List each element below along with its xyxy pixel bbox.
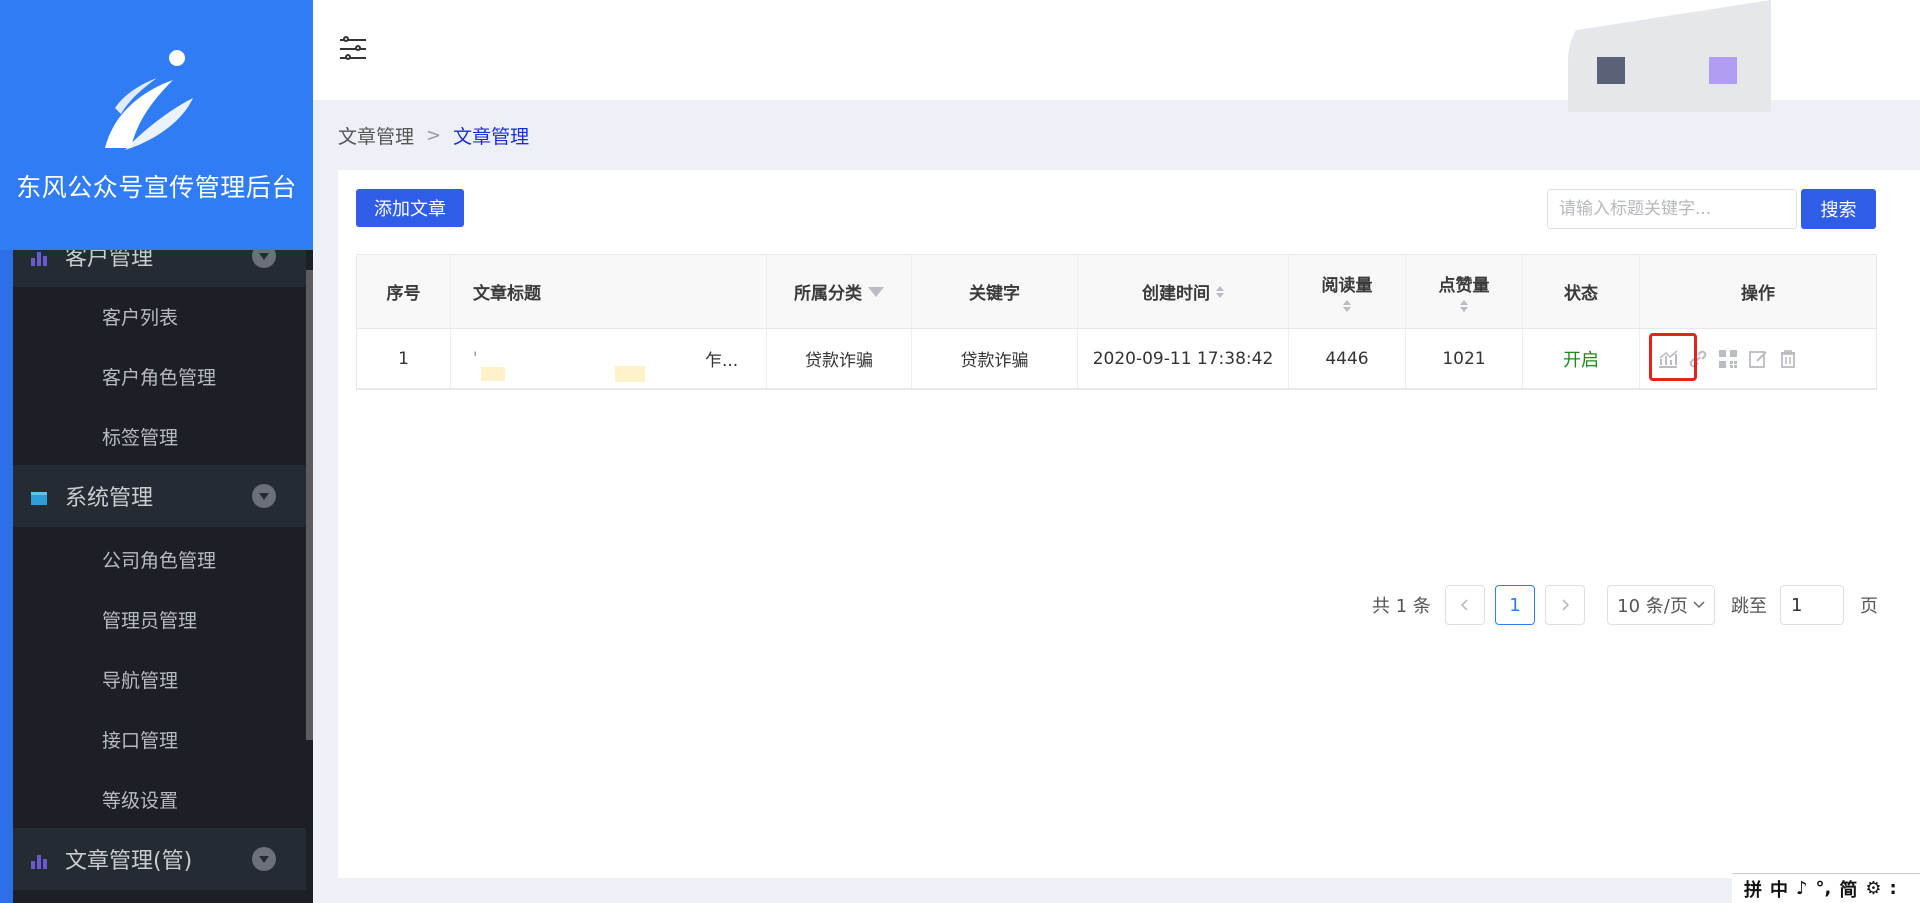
header-category[interactable]: 所属分类: [767, 255, 912, 328]
delete-icon[interactable]: [1776, 347, 1800, 371]
chevron-down-icon: [1693, 601, 1705, 609]
ime-item-more[interactable]: :: [1889, 878, 1896, 899]
add-article-button[interactable]: 添加文章: [356, 189, 464, 227]
content-card: 添加文章 搜索 序号 文章标题 所属分类 关键字 创建时间 阅读量 点赞量: [338, 170, 1920, 878]
breadcrumb-current: 文章管理: [453, 126, 530, 148]
ime-toolbar: 拼 中 ♪ °, 简 ⚙ :: [1732, 873, 1920, 903]
ime-item-simplified[interactable]: 简: [1839, 876, 1857, 902]
sidebar-accent-bar: [0, 250, 13, 903]
menu-item-nav-manage[interactable]: 导航管理: [102, 666, 178, 693]
menu-item-admin-manage[interactable]: 管理员管理: [102, 606, 197, 633]
theme-swatch-purple[interactable]: [1709, 57, 1737, 84]
ime-item-moon[interactable]: ♪: [1796, 878, 1808, 899]
pagination: 共 1 条 1 10 条/页 跳至 1 页: [338, 585, 1920, 625]
menu-item-level-settings[interactable]: 等级设置: [102, 786, 178, 813]
header-likes-label: 点赞量: [1438, 276, 1490, 296]
header-ops-label: 操作: [1741, 284, 1775, 304]
header-title: 文章标题: [451, 255, 767, 328]
page-unit-label: 页: [1860, 596, 1878, 617]
cell-reads: 4446: [1289, 329, 1406, 388]
chevron-down-icon[interactable]: [252, 484, 276, 508]
menu-item-company-role[interactable]: 公司角色管理: [102, 546, 216, 573]
cell-index: 1: [357, 329, 451, 388]
cell-title-end: 乍...: [705, 351, 739, 371]
sort-icon[interactable]: [1343, 300, 1351, 312]
cell-created: 2020-09-11 17:38:42: [1078, 329, 1289, 388]
header-reads[interactable]: 阅读量: [1289, 255, 1406, 328]
highlight-box: [1649, 333, 1697, 381]
logo-icon: [105, 50, 193, 150]
bar-chart-icon: [29, 849, 49, 869]
table-header: 序号 文章标题 所属分类 关键字 创建时间 阅读量 点赞量 状态 操作: [357, 255, 1876, 329]
logo-area: 东风公众号宣传管理后台: [0, 0, 313, 250]
cell-likes: 1021: [1406, 329, 1523, 388]
breadcrumb: 文章管理 > 文章管理: [338, 122, 529, 149]
ime-item-pinyin[interactable]: 拼: [1744, 876, 1762, 902]
top-header: [313, 0, 1920, 112]
next-page-button[interactable]: [1545, 585, 1585, 625]
menu-item-customer-role[interactable]: 客户角色管理: [102, 363, 216, 390]
sidebar: 客户管理 客户列表 客户角色管理 标签管理 系统管理 公司角色管理 管理员管理 …: [0, 0, 313, 903]
ime-item-chinese[interactable]: 中: [1770, 876, 1788, 902]
header-index: 序号: [357, 255, 451, 328]
header-created-label: 创建时间: [1142, 284, 1210, 304]
header-status-label: 状态: [1564, 284, 1598, 304]
jump-label: 跳至: [1731, 596, 1767, 617]
menu-item-api-manage[interactable]: 接口管理: [102, 726, 178, 753]
cell-keyword: 贷款诈骗: [912, 329, 1078, 388]
pagination-total: 共 1 条: [1372, 596, 1431, 617]
menu-group-system[interactable]: 系统管理: [13, 465, 306, 527]
menu-item-customer-list[interactable]: 客户列表: [102, 303, 178, 330]
menu-toggle-icon[interactable]: [340, 36, 366, 62]
page-size-select[interactable]: 10 条/页: [1607, 585, 1715, 625]
header-status: 状态: [1523, 255, 1640, 328]
app-title: 东风公众号宣传管理后台: [16, 173, 297, 202]
filter-icon[interactable]: [868, 286, 884, 297]
header-decoration: [1568, 0, 1771, 112]
menu-item-tag-manage[interactable]: 标签管理: [102, 423, 178, 450]
header-created[interactable]: 创建时间: [1078, 255, 1289, 328]
calendar-icon: [29, 486, 49, 506]
status-badge: 开启: [1563, 349, 1599, 371]
page-size-value: 10 条/页: [1617, 596, 1688, 617]
cell-status: 开启: [1523, 329, 1640, 388]
header-index-label: 序号: [386, 284, 421, 304]
redacted-block: [481, 367, 505, 381]
header-ops: 操作: [1640, 255, 1876, 328]
header-keyword-label: 关键字: [969, 284, 1020, 304]
edit-icon[interactable]: [1746, 347, 1770, 371]
header-category-label: 所属分类: [794, 284, 862, 304]
cell-title[interactable]: ' 乍...: [451, 329, 767, 388]
sort-icon[interactable]: [1216, 285, 1224, 298]
theme-swatch-dark[interactable]: [1597, 57, 1625, 84]
header-keyword: 关键字: [912, 255, 1078, 328]
page-button-1[interactable]: 1: [1495, 585, 1535, 625]
header-title-label: 文章标题: [473, 284, 541, 304]
search-button[interactable]: 搜索: [1801, 189, 1876, 229]
search-input[interactable]: [1547, 189, 1797, 229]
menu-group-label: 文章管理(管): [65, 849, 193, 874]
breadcrumb-parent[interactable]: 文章管理: [338, 122, 414, 149]
cell-title-start: ': [473, 348, 478, 369]
cell-category: 贷款诈骗: [767, 329, 912, 388]
jump-page-input[interactable]: 1: [1780, 585, 1844, 625]
prev-page-button[interactable]: [1445, 585, 1485, 625]
menu-group-article[interactable]: 文章管理(管): [13, 828, 306, 890]
header-likes[interactable]: 点赞量: [1406, 255, 1523, 328]
chevron-right-icon: [1562, 599, 1570, 611]
breadcrumb-separator: >: [426, 125, 442, 146]
redacted-block: [615, 366, 645, 382]
chevron-left-icon: [1460, 599, 1468, 611]
menu-group-label: 系统管理: [65, 486, 154, 511]
sidebar-scrollbar[interactable]: [306, 270, 313, 740]
qrcode-icon[interactable]: [1716, 347, 1740, 371]
ime-item-settings[interactable]: ⚙: [1865, 878, 1881, 899]
ime-item-punct[interactable]: °,: [1816, 878, 1832, 899]
chevron-down-icon[interactable]: [252, 847, 276, 871]
sort-icon[interactable]: [1460, 300, 1468, 312]
header-reads-label: 阅读量: [1321, 276, 1373, 296]
